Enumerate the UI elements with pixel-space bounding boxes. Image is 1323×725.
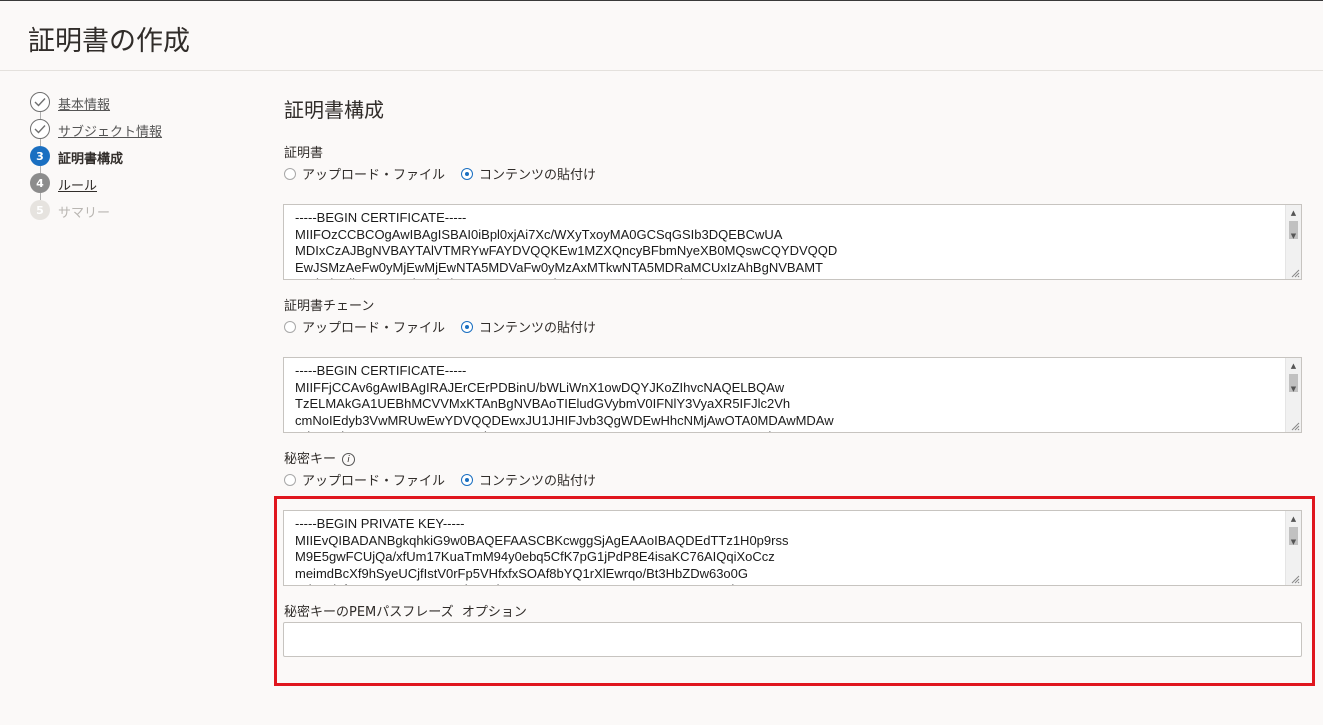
private-key-source-radio-group: アップロード・ファイル コンテンツの貼付け xyxy=(284,470,596,489)
step-label[interactable]: サブジェクト情報 xyxy=(58,121,162,140)
chain-upload-radio[interactable]: アップロード・ファイル xyxy=(284,317,445,336)
certificate-upload-radio[interactable]: アップロード・ファイル xyxy=(284,164,445,183)
certificate-paste-radio[interactable]: コンテンツの貼付け xyxy=(461,164,596,183)
check-icon xyxy=(30,119,50,139)
radio-selected-icon[interactable] xyxy=(461,320,474,333)
step-certificate-config: 3 証明書構成 xyxy=(30,146,230,173)
passphrase-label: 秘密キーのPEMパスフレーズ オプション xyxy=(284,605,527,620)
step-subject-info[interactable]: サブジェクト情報 xyxy=(30,119,230,146)
section-title: 証明書構成 xyxy=(284,98,384,122)
private-key-textarea[interactable]: -----BEGIN PRIVATE KEY----- MIIEvQIBADAN… xyxy=(283,510,1302,586)
step-label: 証明書構成 xyxy=(58,152,124,167)
certificate-label: 証明書 xyxy=(284,146,324,161)
certificate-textarea[interactable]: -----BEGIN CERTIFICATE----- MIIFOzCCBCOg… xyxy=(283,204,1302,280)
step-basic-info[interactable]: 基本情報 xyxy=(30,92,230,119)
passphrase-input[interactable] xyxy=(283,622,1302,657)
scroll-down-icon[interactable]: ▼ xyxy=(1286,382,1301,396)
wizard-steps: 基本情報 サブジェクト情報 3 証明書構成 4 ルール 5 サマリー xyxy=(30,92,230,227)
step-label: サマリー xyxy=(58,206,111,221)
scroll-up-icon[interactable]: ▲ xyxy=(1286,206,1301,220)
step-summary: 5 サマリー xyxy=(30,200,230,227)
resize-grip-icon[interactable] xyxy=(1290,421,1300,431)
chain-source-radio-group: アップロード・ファイル コンテンツの貼付け xyxy=(284,317,596,336)
radio-label: アップロード・ファイル xyxy=(302,168,446,183)
private-key-upload-radio[interactable]: アップロード・ファイル xyxy=(284,470,445,489)
radio-circle-icon[interactable] xyxy=(284,320,296,333)
radio-label: アップロード・ファイル xyxy=(302,321,446,336)
info-icon[interactable]: i xyxy=(342,453,356,466)
scroll-up-icon[interactable]: ▲ xyxy=(1286,359,1301,373)
radio-selected-icon[interactable] xyxy=(461,167,474,180)
private-key-label-row: 秘密キー i xyxy=(284,448,356,467)
certificate-source-radio-group: アップロード・ファイル コンテンツの貼付け xyxy=(284,164,596,183)
radio-label: コンテンツの貼付け xyxy=(479,474,597,489)
step-number-badge: 4 xyxy=(30,173,50,193)
resize-grip-icon[interactable] xyxy=(1290,268,1300,278)
private-key-content: -----BEGIN PRIVATE KEY----- MIIEvQIBADAN… xyxy=(295,516,789,585)
chain-textarea[interactable]: -----BEGIN CERTIFICATE----- MIIFFjCCAv6g… xyxy=(283,357,1302,433)
certificate-content: -----BEGIN CERTIFICATE----- MIIFOzCCBCOg… xyxy=(295,210,838,279)
chain-content: -----BEGIN CERTIFICATE----- MIIFFjCCAv6g… xyxy=(295,363,862,432)
radio-circle-icon[interactable] xyxy=(284,167,296,180)
step-number-badge: 3 xyxy=(30,146,50,166)
step-rules[interactable]: 4 ルール xyxy=(30,173,230,200)
chain-label: 証明書チェーン xyxy=(284,299,375,314)
radio-label: アップロード・ファイル xyxy=(302,474,446,489)
radio-circle-icon[interactable] xyxy=(284,473,296,486)
scroll-down-icon[interactable]: ▼ xyxy=(1286,535,1301,549)
scroll-down-icon[interactable]: ▼ xyxy=(1286,229,1301,243)
step-number-badge: 5 xyxy=(30,200,50,220)
radio-selected-icon[interactable] xyxy=(461,473,474,486)
step-label[interactable]: 基本情報 xyxy=(58,94,110,113)
page-title: 証明書の作成 xyxy=(28,26,190,57)
check-icon xyxy=(30,92,50,112)
radio-label: コンテンツの貼付け xyxy=(479,321,597,336)
radio-label: コンテンツの貼付け xyxy=(479,168,597,183)
chain-paste-radio[interactable]: コンテンツの貼付け xyxy=(461,317,596,336)
private-key-paste-radio[interactable]: コンテンツの貼付け xyxy=(461,470,596,489)
resize-grip-icon[interactable] xyxy=(1290,574,1300,584)
step-label[interactable]: ルール xyxy=(58,175,97,194)
page-header: 証明書の作成 xyxy=(0,1,1323,71)
scroll-up-icon[interactable]: ▲ xyxy=(1286,512,1301,526)
private-key-label: 秘密キー xyxy=(284,452,337,467)
